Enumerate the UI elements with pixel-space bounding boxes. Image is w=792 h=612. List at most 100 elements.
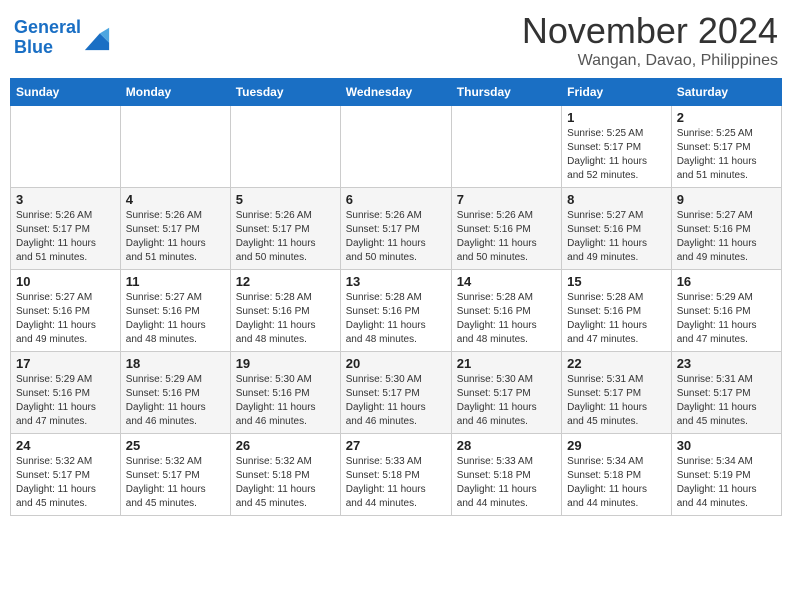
day-info: Sunrise: 5:33 AMSunset: 5:18 PMDaylight:… (346, 455, 446, 511)
day-info: Sunrise: 5:32 AMSunset: 5:17 PMDaylight:… (16, 455, 115, 511)
column-header-sunday: Sunday (11, 79, 121, 106)
calendar-week-row: 1 Sunrise: 5:25 AMSunset: 5:17 PMDaylight… (11, 106, 782, 188)
calendar-cell: 4 Sunrise: 5:26 AMSunset: 5:17 PMDaylight… (120, 188, 230, 270)
column-header-tuesday: Tuesday (230, 79, 340, 106)
day-number: 17 (16, 356, 115, 371)
day-info: Sunrise: 5:26 AMSunset: 5:17 PMDaylight:… (346, 209, 446, 265)
day-info: Sunrise: 5:27 AMSunset: 5:16 PMDaylight:… (677, 209, 776, 265)
day-info: Sunrise: 5:30 AMSunset: 5:17 PMDaylight:… (346, 373, 446, 429)
day-info: Sunrise: 5:29 AMSunset: 5:16 PMDaylight:… (677, 291, 776, 347)
calendar-cell: 15Sunrise: 5:28 AMSunset: 5:16 PMDayligh… (562, 270, 672, 352)
day-number: 16 (677, 274, 776, 289)
calendar-week-row: 24 Sunrise: 5:32 AMSunset: 5:17 PMDayligh… (11, 434, 782, 516)
day-info: Sunrise: 5:28 AMSunset: 5:16 PMDaylight:… (457, 291, 556, 347)
calendar-header-row: SundayMondayTuesdayWednesdayThursdayFrid… (11, 79, 782, 106)
day-info: Sunrise: 5:33 AMSunset: 5:18 PMDaylight:… (457, 455, 556, 511)
day-number: 2 (677, 110, 776, 125)
day-number: 11 (126, 274, 225, 289)
day-info: Sunrise: 5:30 AMSunset: 5:16 PMDaylight:… (236, 373, 335, 429)
column-header-thursday: Thursday (451, 79, 561, 106)
day-number: 19 (236, 356, 335, 371)
column-header-friday: Friday (562, 79, 672, 106)
day-number: 4 (126, 192, 225, 207)
day-info: Sunrise: 5:26 AMSunset: 5:17 PMDaylight:… (126, 209, 225, 265)
column-header-wednesday: Wednesday (340, 79, 451, 106)
calendar-cell: 27 Sunrise: 5:33 AMSunset: 5:18 PMDayligh… (340, 434, 451, 516)
calendar-week-row: 10Sunrise: 5:27 AMSunset: 5:16 PMDayligh… (11, 270, 782, 352)
day-info: Sunrise: 5:27 AMSunset: 5:16 PMDaylight:… (126, 291, 225, 347)
calendar-cell: 10Sunrise: 5:27 AMSunset: 5:16 PMDayligh… (11, 270, 121, 352)
location: Wangan, Davao, Philippines (522, 52, 778, 70)
day-info: Sunrise: 5:32 AMSunset: 5:18 PMDaylight:… (236, 455, 335, 511)
day-number: 26 (236, 438, 335, 453)
day-info: Sunrise: 5:34 AMSunset: 5:18 PMDaylight:… (567, 455, 666, 511)
calendar-cell: 21Sunrise: 5:30 AMSunset: 5:17 PMDayligh… (451, 352, 561, 434)
logo-icon (83, 24, 111, 52)
day-number: 12 (236, 274, 335, 289)
calendar-cell: 22Sunrise: 5:31 AMSunset: 5:17 PMDayligh… (562, 352, 672, 434)
calendar-cell (120, 106, 230, 188)
calendar-table: SundayMondayTuesdayWednesdayThursdayFrid… (10, 78, 782, 516)
calendar-cell: 28 Sunrise: 5:33 AMSunset: 5:18 PMDayligh… (451, 434, 561, 516)
day-info: Sunrise: 5:34 AMSunset: 5:19 PMDaylight:… (677, 455, 776, 511)
day-number: 21 (457, 356, 556, 371)
calendar-cell: 17 Sunrise: 5:29 AMSunset: 5:16 PMDayligh… (11, 352, 121, 434)
calendar-cell: 16 Sunrise: 5:29 AMSunset: 5:16 PMDayligh… (671, 270, 781, 352)
calendar-cell: 20Sunrise: 5:30 AMSunset: 5:17 PMDayligh… (340, 352, 451, 434)
calendar-cell: 26 Sunrise: 5:32 AMSunset: 5:18 PMDayligh… (230, 434, 340, 516)
month-title: November 2024 (522, 10, 778, 52)
logo-text: GeneralBlue (14, 18, 81, 58)
day-number: 18 (126, 356, 225, 371)
calendar-cell: 5Sunrise: 5:26 AMSunset: 5:17 PMDaylight… (230, 188, 340, 270)
column-header-monday: Monday (120, 79, 230, 106)
day-number: 5 (236, 192, 335, 207)
calendar-cell (340, 106, 451, 188)
calendar-cell: 25 Sunrise: 5:32 AMSunset: 5:17 PMDayligh… (120, 434, 230, 516)
calendar-cell: 19 Sunrise: 5:30 AMSunset: 5:16 PMDayligh… (230, 352, 340, 434)
title-block: November 2024 Wangan, Davao, Philippines (522, 10, 778, 70)
calendar-cell (230, 106, 340, 188)
day-info: Sunrise: 5:28 AMSunset: 5:16 PMDaylight:… (236, 291, 335, 347)
day-number: 3 (16, 192, 115, 207)
calendar-cell: 24 Sunrise: 5:32 AMSunset: 5:17 PMDayligh… (11, 434, 121, 516)
day-number: 8 (567, 192, 666, 207)
calendar-cell: 9 Sunrise: 5:27 AMSunset: 5:16 PMDaylight… (671, 188, 781, 270)
day-info: Sunrise: 5:29 AMSunset: 5:16 PMDaylight:… (16, 373, 115, 429)
column-header-saturday: Saturday (671, 79, 781, 106)
calendar-week-row: 17 Sunrise: 5:29 AMSunset: 5:16 PMDayligh… (11, 352, 782, 434)
day-number: 27 (346, 438, 446, 453)
day-number: 14 (457, 274, 556, 289)
day-number: 24 (16, 438, 115, 453)
calendar-cell: 3 Sunrise: 5:26 AMSunset: 5:17 PMDaylight… (11, 188, 121, 270)
day-info: Sunrise: 5:28 AMSunset: 5:16 PMDaylight:… (346, 291, 446, 347)
calendar-cell: 7 Sunrise: 5:26 AMSunset: 5:16 PMDaylight… (451, 188, 561, 270)
calendar-cell: 30 Sunrise: 5:34 AMSunset: 5:19 PMDayligh… (671, 434, 781, 516)
logo: GeneralBlue (14, 18, 111, 58)
day-number: 30 (677, 438, 776, 453)
day-number: 1 (567, 110, 666, 125)
day-info: Sunrise: 5:27 AMSunset: 5:16 PMDaylight:… (16, 291, 115, 347)
day-info: Sunrise: 5:26 AMSunset: 5:16 PMDaylight:… (457, 209, 556, 265)
day-number: 15 (567, 274, 666, 289)
day-number: 7 (457, 192, 556, 207)
day-info: Sunrise: 5:31 AMSunset: 5:17 PMDaylight:… (567, 373, 666, 429)
calendar-cell: 1 Sunrise: 5:25 AMSunset: 5:17 PMDaylight… (562, 106, 672, 188)
day-number: 25 (126, 438, 225, 453)
day-number: 29 (567, 438, 666, 453)
day-number: 9 (677, 192, 776, 207)
calendar-cell: 12 Sunrise: 5:28 AMSunset: 5:16 PMDayligh… (230, 270, 340, 352)
calendar-cell (451, 106, 561, 188)
day-info: Sunrise: 5:32 AMSunset: 5:17 PMDaylight:… (126, 455, 225, 511)
calendar-cell: 14 Sunrise: 5:28 AMSunset: 5:16 PMDayligh… (451, 270, 561, 352)
day-number: 13 (346, 274, 446, 289)
day-info: Sunrise: 5:25 AMSunset: 5:17 PMDaylight:… (567, 127, 666, 183)
page-header: GeneralBlue November 2024 Wangan, Davao,… (10, 10, 782, 70)
day-info: Sunrise: 5:31 AMSunset: 5:17 PMDaylight:… (677, 373, 776, 429)
day-number: 23 (677, 356, 776, 371)
day-number: 28 (457, 438, 556, 453)
calendar-cell: 29 Sunrise: 5:34 AMSunset: 5:18 PMDayligh… (562, 434, 672, 516)
calendar-cell: 11 Sunrise: 5:27 AMSunset: 5:16 PMDayligh… (120, 270, 230, 352)
day-info: Sunrise: 5:29 AMSunset: 5:16 PMDaylight:… (126, 373, 225, 429)
calendar-cell: 13 Sunrise: 5:28 AMSunset: 5:16 PMDayligh… (340, 270, 451, 352)
day-info: Sunrise: 5:26 AMSunset: 5:17 PMDaylight:… (16, 209, 115, 265)
